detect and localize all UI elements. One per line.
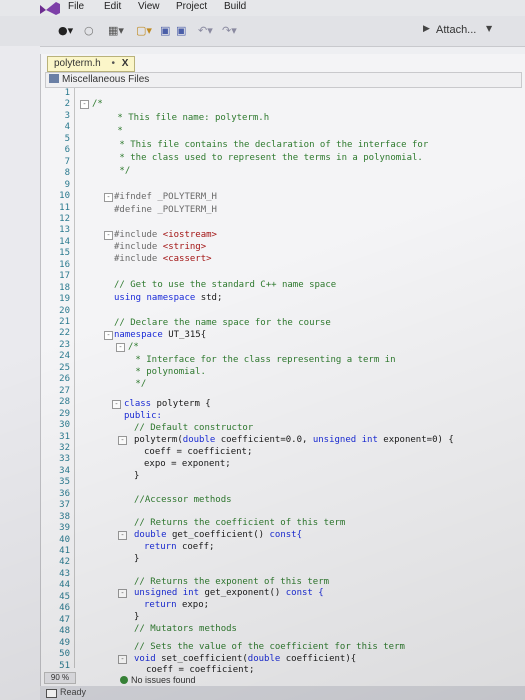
code-line: #include <string>: [114, 242, 207, 252]
fold-toggle[interactable]: -: [112, 400, 121, 409]
code-line: * This file name: polyterm.h: [112, 113, 270, 123]
code-line: // Mutators methods: [134, 624, 237, 634]
fold-toggle[interactable]: -: [104, 331, 113, 340]
code-text: - /* * This file name: polyterm.h * * Th…: [0, 0, 525, 700]
code-line: return expo;: [144, 600, 210, 610]
code-line: unsigned int get_exponent() const {: [134, 588, 324, 598]
code-line: /*: [92, 99, 103, 109]
code-line: coeff = coefficient;: [144, 447, 253, 457]
code-line: double get_coefficient() const{: [134, 530, 302, 540]
fold-toggle[interactable]: -: [80, 100, 89, 109]
code-line: using namespace std;: [114, 293, 223, 303]
code-line: // Sets the value of the coefficient for…: [134, 642, 405, 652]
code-line: expo = exponent;: [144, 459, 231, 469]
vs-window: File Edit View Project Build ●▾ ○ ▦▾ ▢▾ …: [0, 0, 525, 700]
code-line: #include <iostream>: [114, 230, 217, 240]
code-line: #include <cassert>: [114, 254, 212, 264]
code-line: void set_coefficient(double coefficient)…: [134, 654, 357, 664]
code-line: namespace UT_315{: [114, 330, 207, 340]
code-line: return coeff;: [144, 542, 215, 552]
fold-toggle[interactable]: -: [104, 193, 113, 202]
code-line: * Interface for the class representing a…: [130, 355, 396, 365]
code-line: */: [130, 379, 147, 389]
zoom-level[interactable]: 90 %: [44, 672, 76, 684]
code-line: //Accessor methods: [134, 495, 232, 505]
status-ready: Ready: [60, 687, 87, 697]
code-line: // Default constructor: [134, 423, 254, 433]
fold-toggle[interactable]: -: [118, 655, 127, 664]
fold-toggle[interactable]: -: [116, 343, 125, 352]
code-line: polyterm(double coefficient=0.0, unsigne…: [134, 435, 454, 445]
code-line: * polynomial.: [130, 367, 206, 377]
code-line: }: [134, 471, 140, 481]
status-bar: Ready: [40, 686, 525, 700]
code-line: // Returns the exponent of this term: [134, 577, 330, 587]
code-line: #define _POLYTERM_H: [114, 205, 217, 215]
code-line: // Returns the coefficient of this term: [134, 518, 346, 528]
code-line: * the class used to represent the terms …: [114, 153, 423, 163]
code-line: }: [134, 612, 140, 622]
check-circle-icon: [120, 676, 128, 684]
code-line: *: [112, 126, 123, 136]
code-line: // Get to use the standard C++ name spac…: [114, 280, 337, 290]
code-line: class polyterm {: [124, 399, 211, 409]
code-line: #ifndef _POLYTERM_H: [114, 192, 217, 202]
issues-text: No issues found: [131, 675, 196, 685]
fold-toggle[interactable]: -: [104, 231, 113, 240]
code-line: * This file contains the declaration of …: [114, 140, 429, 150]
code-line: }: [134, 554, 140, 564]
output-window-icon[interactable]: [46, 689, 57, 698]
fold-toggle[interactable]: -: [118, 589, 127, 598]
fold-toggle[interactable]: -: [118, 436, 127, 445]
fold-toggle[interactable]: -: [118, 531, 127, 540]
code-line: */: [114, 166, 131, 176]
code-line: public:: [124, 411, 162, 421]
code-line: // Declare the name space for the course: [114, 318, 331, 328]
issues-indicator[interactable]: No issues found: [120, 675, 196, 685]
code-line: /*: [128, 342, 139, 352]
